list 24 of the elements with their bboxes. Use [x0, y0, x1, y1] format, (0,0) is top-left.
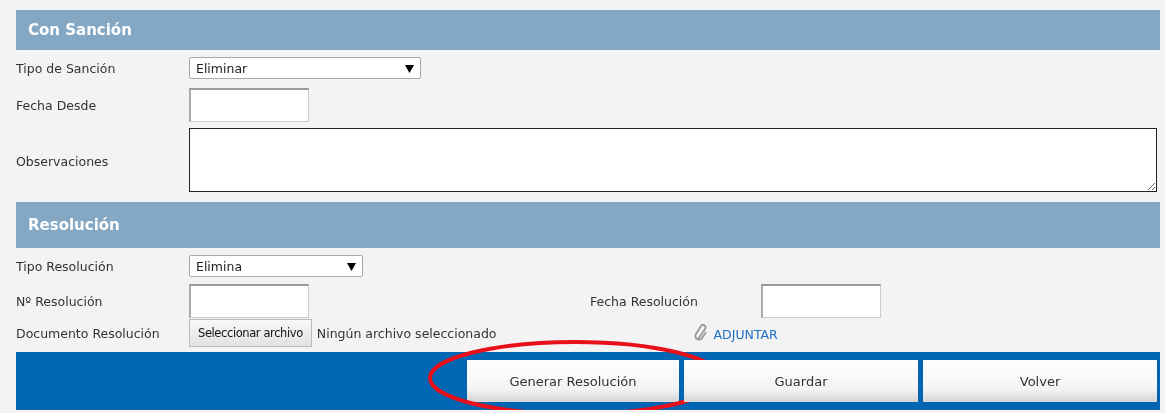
- field-label: Fecha Desde: [16, 97, 98, 113]
- action-button[interactable]: Volver: [923, 360, 1157, 402]
- notes-field[interactable]: [189, 128, 1157, 192]
- field-label: Tipo Resolución: [16, 258, 115, 274]
- dropdown-arrow-icon: [347, 261, 356, 271]
- number-field[interactable]: [189, 284, 309, 318]
- field-label: Observaciones: [16, 153, 110, 169]
- section-title: Resolución: [28, 216, 120, 234]
- dropdown-arrow-icon: [405, 63, 414, 73]
- paperclip-icon: [693, 324, 708, 342]
- section-title: Con Sanción: [28, 21, 132, 39]
- choose-file-button[interactable]: Seleccionar archivo: [189, 319, 312, 347]
- date-field[interactable]: [189, 88, 309, 122]
- file-status: Ningún archivo seleccionado: [316, 325, 497, 341]
- action-button[interactable]: Generar Resolución: [467, 360, 679, 402]
- field-label: Documento Resolución: [16, 325, 161, 341]
- resolution-type-dropdown[interactable]: Elimina: [189, 255, 363, 277]
- date-field[interactable]: [761, 284, 881, 318]
- sanction-type-dropdown[interactable]: Eliminar: [189, 57, 421, 79]
- field-label: Fecha Resolución: [590, 293, 699, 309]
- action-button[interactable]: Guardar: [684, 360, 918, 402]
- attach-link[interactable]: ADJUNTAR: [713, 327, 778, 342]
- field-label: Tipo de Sanción: [16, 60, 117, 76]
- field-label: Nº Resolución: [16, 293, 104, 309]
